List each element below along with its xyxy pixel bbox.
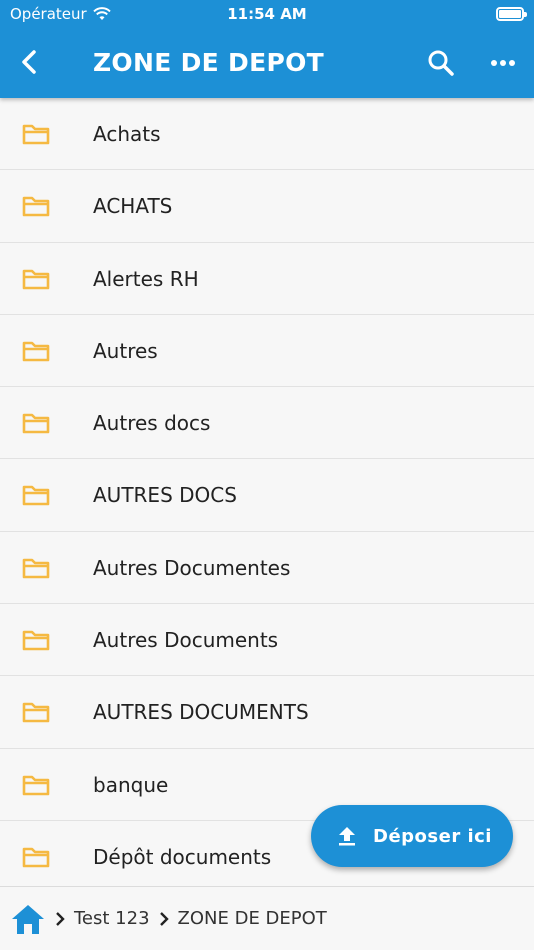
folder-icon <box>22 703 50 723</box>
folder-row[interactable]: Autres Documents <box>0 604 534 677</box>
nav-bar: ZONE DE DEPOT <box>0 28 534 98</box>
folder-row[interactable]: Autres Documentes <box>0 532 534 605</box>
folder-icon <box>22 341 50 362</box>
chevron-right-icon <box>159 911 169 926</box>
breadcrumb-item[interactable]: Test 123 <box>74 908 150 929</box>
more-options-icon[interactable] <box>486 46 520 80</box>
folder-icon <box>22 413 50 434</box>
folder-row[interactable]: Autres <box>0 315 534 388</box>
folder-icon <box>22 847 50 868</box>
folder-icon <box>22 630 50 651</box>
breadcrumb-item[interactable]: ZONE DE DEPOT <box>178 908 327 929</box>
page-title: ZONE DE DEPOT <box>93 48 324 77</box>
chevron-right-icon <box>56 911 65 926</box>
breadcrumb: Test 123 ZONE DE DEPOT <box>0 886 534 950</box>
status-bar: Opérateur 11:54 AM <box>0 0 534 28</box>
folder-name: Alertes RH <box>93 266 199 291</box>
folder-name: Dépôt documents <box>93 844 272 869</box>
folder-list: Achats ACHATS Alertes RH Autres Autres d… <box>0 98 534 886</box>
folder-name: banque <box>93 772 169 797</box>
battery-icon <box>496 7 527 21</box>
folder-name: Autres <box>93 338 158 363</box>
upload-button-label: Déposer ici <box>373 825 492 847</box>
folder-row[interactable]: AUTRES DOCS <box>0 459 534 532</box>
folder-icon <box>22 269 50 289</box>
folder-row[interactable]: Autres docs <box>0 387 534 460</box>
folder-row[interactable]: Achats <box>0 98 534 171</box>
folder-name: Autres Documents <box>93 628 279 653</box>
back-arrow-icon[interactable] <box>14 46 46 78</box>
search-icon[interactable] <box>424 46 458 80</box>
folder-name: AUTRES DOCS <box>93 483 237 508</box>
folder-name: ACHATS <box>93 194 173 219</box>
folder-name: Achats <box>93 122 161 146</box>
app-header: Opérateur 11:54 AM ZONE DE DEPOT <box>0 0 534 98</box>
folder-name: Autres Documentes <box>93 555 291 580</box>
folder-icon <box>22 196 50 217</box>
folder-row[interactable]: Alertes RH <box>0 243 534 315</box>
folder-icon <box>22 124 50 145</box>
folder-row[interactable]: AUTRES DOCUMENTS <box>0 676 534 749</box>
clock: 11:54 AM <box>227 5 307 23</box>
upload-here-button[interactable]: Déposer ici <box>311 805 513 867</box>
folder-icon <box>22 486 50 506</box>
folder-name: Autres docs <box>93 411 211 436</box>
folder-name: AUTRES DOCUMENTS <box>93 700 309 725</box>
upload-icon <box>339 827 355 846</box>
folder-icon <box>22 558 50 579</box>
home-icon[interactable] <box>10 902 46 936</box>
folder-row[interactable]: ACHATS <box>0 170 534 243</box>
folder-icon <box>22 775 50 795</box>
